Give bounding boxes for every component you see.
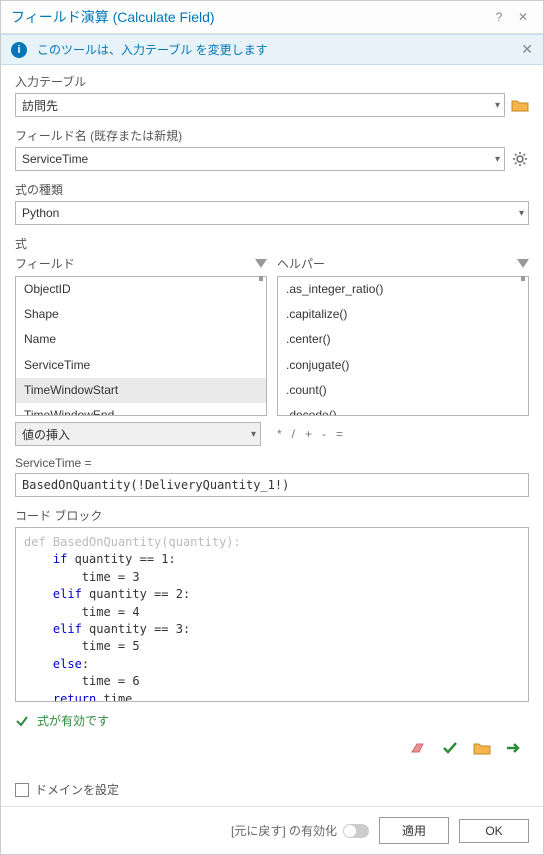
- operator-button[interactable]: +: [305, 427, 312, 441]
- validation-row: 式が有効です: [15, 712, 529, 729]
- list-item[interactable]: .capitalize(): [278, 302, 528, 327]
- list-item[interactable]: TimeWindowEnd: [16, 403, 266, 416]
- export-button[interactable]: [505, 739, 523, 757]
- calculate-field-dialog: フィールド演算 (Calculate Field) ? ✕ i このツールは、入…: [0, 0, 544, 855]
- list-item[interactable]: TimeWindowStart: [16, 378, 266, 403]
- operator-button[interactable]: -: [322, 427, 326, 441]
- validate-button[interactable]: [441, 739, 459, 757]
- domain-checkbox-label: ドメインを設定: [35, 781, 119, 798]
- expr-type-value: Python: [22, 206, 59, 220]
- ok-button[interactable]: OK: [459, 819, 529, 843]
- expr-type-dropdown[interactable]: Python ▾: [15, 201, 529, 225]
- list-item[interactable]: ObjectID: [16, 277, 266, 302]
- content-area: 入力テーブル 訪問先 ▾ フィールド名 (既存または新規) ServiceTim…: [1, 65, 543, 806]
- expression-section-label: 式: [15, 235, 529, 252]
- field-name-value: ServiceTime: [22, 152, 88, 166]
- insert-value-dropdown[interactable]: 値の挿入 ▾: [15, 422, 261, 446]
- field-settings-button[interactable]: [511, 150, 529, 168]
- helpers-column-title: ヘルパー: [277, 255, 517, 272]
- helpers-list[interactable]: .as_integer_ratio().capitalize().center(…: [277, 276, 529, 416]
- close-button[interactable]: ✕: [513, 7, 533, 27]
- operator-button[interactable]: /: [292, 427, 295, 441]
- help-button[interactable]: ?: [489, 7, 509, 27]
- operator-button[interactable]: =: [336, 427, 343, 441]
- operator-button[interactable]: *: [277, 427, 282, 441]
- info-banner: i このツールは、入力テーブル を変更します ✕: [1, 34, 543, 65]
- domain-checkbox[interactable]: [15, 783, 29, 797]
- helpers-filter-button[interactable]: [517, 257, 529, 271]
- info-dismiss-button[interactable]: ✕: [521, 41, 533, 58]
- undo-enable-label: [元に戻す] の有効化: [231, 822, 337, 839]
- info-icon: i: [11, 42, 27, 58]
- open-button[interactable]: [473, 739, 491, 757]
- insert-value-text: 値の挿入: [22, 426, 70, 443]
- undo-enable-toggle[interactable]: [343, 824, 369, 838]
- field-name-label: フィールド名 (既存または新規): [15, 127, 529, 144]
- list-item[interactable]: Shape: [16, 302, 266, 327]
- chevron-down-icon: ▾: [495, 100, 500, 111]
- expr-type-label: 式の種類: [15, 181, 529, 198]
- codeblock-label: コード ブロック: [15, 507, 529, 524]
- apply-button[interactable]: 適用: [379, 817, 449, 844]
- codeblock-textarea[interactable]: def BasedOnQuantity(quantity): if quanti…: [15, 527, 529, 702]
- chevron-down-icon: ▾: [519, 208, 524, 219]
- titlebar: フィールド演算 (Calculate Field) ? ✕: [1, 1, 543, 34]
- check-icon: [15, 714, 29, 728]
- input-table-dropdown[interactable]: 訪問先 ▾: [15, 93, 505, 117]
- input-table-label: 入力テーブル: [15, 73, 529, 90]
- funnel-icon: [255, 259, 267, 268]
- list-item[interactable]: .count(): [278, 378, 528, 403]
- expression-field-label: ServiceTime =: [15, 456, 529, 470]
- list-item[interactable]: .conjugate(): [278, 353, 528, 378]
- operator-buttons: * / +-=: [269, 427, 343, 441]
- funnel-icon: [517, 259, 529, 268]
- expression-input[interactable]: BasedOnQuantity(!DeliveryQuantity_1!): [15, 473, 529, 497]
- footer: [元に戻す] の有効化 適用 OK: [1, 806, 543, 854]
- list-item[interactable]: .as_integer_ratio(): [278, 277, 528, 302]
- input-table-value: 訪問先: [22, 97, 58, 114]
- list-item[interactable]: .center(): [278, 327, 528, 352]
- info-text: このツールは、入力テーブル を変更します: [37, 41, 521, 58]
- list-item[interactable]: ServiceTime: [16, 353, 266, 378]
- clear-button[interactable]: [409, 739, 427, 757]
- list-item[interactable]: .decode(): [278, 403, 528, 416]
- window-title: フィールド演算 (Calculate Field): [11, 7, 485, 27]
- fields-column-title: フィールド: [15, 255, 255, 272]
- chevron-down-icon: ▾: [251, 429, 256, 440]
- fields-filter-button[interactable]: [255, 257, 267, 271]
- validation-text: 式が有効です: [37, 712, 109, 729]
- list-item[interactable]: Name: [16, 327, 266, 352]
- expression-text: BasedOnQuantity(!DeliveryQuantity_1!): [22, 478, 289, 492]
- browse-folder-button[interactable]: [511, 96, 529, 114]
- chevron-down-icon: ▾: [495, 154, 500, 165]
- undo-enable-row: [元に戻す] の有効化: [231, 822, 369, 839]
- fields-list[interactable]: ObjectIDShapeNameServiceTimeTimeWindowSt…: [15, 276, 267, 416]
- field-name-dropdown[interactable]: ServiceTime ▾: [15, 147, 505, 171]
